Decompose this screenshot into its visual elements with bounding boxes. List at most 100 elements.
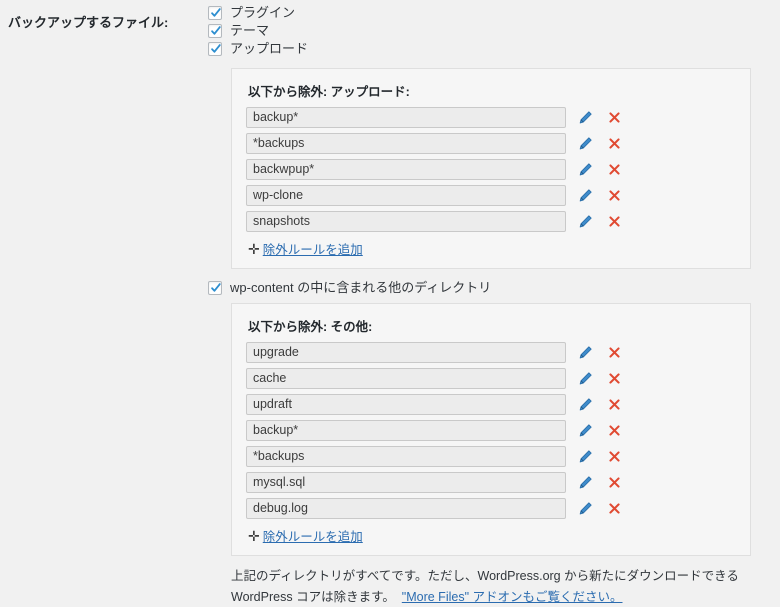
pencil-icon <box>579 398 592 411</box>
x-icon <box>608 477 620 488</box>
x-icon <box>608 112 620 123</box>
delete-rule-button[interactable] <box>606 371 622 387</box>
pencil-icon <box>579 163 592 176</box>
plus-icon: ✛ <box>248 527 260 544</box>
x-icon <box>608 373 620 384</box>
more-files-addon-link[interactable]: "More Files" アドオンもご覧ください。 <box>402 590 623 604</box>
x-icon <box>608 164 620 175</box>
delete-rule-button[interactable] <box>606 136 622 152</box>
uploads-rule-input-1[interactable] <box>246 107 566 128</box>
others-rule-input-7[interactable] <box>246 498 566 519</box>
table-row <box>246 420 736 441</box>
checkbox-label-uploads: アップロード <box>230 41 309 56</box>
file-entities-checkbox-list: プラグイン テーマ アップロード <box>208 4 772 58</box>
edit-rule-button[interactable] <box>577 214 593 230</box>
table-row <box>246 446 736 467</box>
edit-rule-button[interactable] <box>577 449 593 465</box>
add-rule-link-label[interactable]: 除外ルールを追加 <box>263 526 363 545</box>
backup-files-field: プラグイン テーマ アップロード 以下から除外: アップロード: backup*… <box>208 0 772 607</box>
check-icon <box>211 8 221 17</box>
check-icon <box>211 44 221 53</box>
x-icon <box>608 399 620 410</box>
uploads-rule-input-5[interactable] <box>246 211 566 232</box>
x-icon <box>608 347 620 358</box>
others-rule-input-2[interactable] <box>246 368 566 389</box>
add-uploads-exclusion-rule[interactable]: ✛ 除外ルールを追加 <box>248 239 736 258</box>
pencil-icon <box>579 137 592 150</box>
others-rule-input-1[interactable] <box>246 342 566 363</box>
delete-rule-button[interactable] <box>606 397 622 413</box>
x-icon <box>608 425 620 436</box>
edit-rule-button[interactable] <box>577 162 593 178</box>
add-rule-link-label[interactable]: 除外ルールを追加 <box>263 239 363 258</box>
checkbox-themes[interactable] <box>208 24 222 38</box>
x-icon <box>608 138 620 149</box>
edit-rule-button[interactable] <box>577 397 593 413</box>
delete-rule-button[interactable] <box>606 475 622 491</box>
pencil-icon <box>579 189 592 202</box>
uploads-exclusion-title: 以下から除外: アップロード: <box>248 85 410 99</box>
uploads-rule-input-2[interactable] <box>246 133 566 154</box>
plus-icon: ✛ <box>248 240 260 257</box>
table-row <box>246 133 736 154</box>
x-icon <box>608 503 620 514</box>
uploads-rule-input-4[interactable] <box>246 185 566 206</box>
pencil-icon <box>579 424 592 437</box>
edit-rule-button[interactable] <box>577 423 593 439</box>
edit-rule-button[interactable] <box>577 371 593 387</box>
edit-rule-button[interactable] <box>577 110 593 126</box>
delete-rule-button[interactable] <box>606 423 622 439</box>
pencil-icon <box>579 346 592 359</box>
others-rule-input-6[interactable] <box>246 472 566 493</box>
checkbox-plugins[interactable] <box>208 6 222 20</box>
table-row <box>246 472 736 493</box>
x-icon <box>608 451 620 462</box>
checkbox-label-plugins: プラグイン <box>230 5 296 20</box>
checkbox-row-plugins[interactable]: プラグイン <box>208 4 772 22</box>
checkbox-label-themes: テーマ <box>230 23 270 38</box>
backup-files-label: バックアップするファイル: <box>8 15 169 30</box>
more-files-note: 上記のディレクトリがすべてです。ただし、WordPress.org から新たにダ… <box>231 566 751 607</box>
delete-rule-button[interactable] <box>606 501 622 517</box>
table-row <box>246 342 736 363</box>
edit-rule-button[interactable] <box>577 345 593 361</box>
checkbox-row-themes[interactable]: テーマ <box>208 22 772 40</box>
backup-files-form-row: バックアップするファイル: プラグイン テーマ アップロード 以下から除外: ア… <box>0 0 780 604</box>
table-row <box>246 394 736 415</box>
table-row <box>246 107 736 128</box>
check-icon <box>211 283 221 292</box>
uploads-exclusion-panel: 以下から除外: アップロード: backup* *backups backwpu… <box>231 68 751 269</box>
check-icon <box>211 26 221 35</box>
delete-rule-button[interactable] <box>606 188 622 204</box>
add-others-exclusion-rule[interactable]: ✛ 除外ルールを追加 <box>248 526 736 545</box>
delete-rule-button[interactable] <box>606 214 622 230</box>
edit-rule-button[interactable] <box>577 136 593 152</box>
checkbox-row-uploads[interactable]: アップロード <box>208 40 772 58</box>
others-rule-input-3[interactable] <box>246 394 566 415</box>
x-icon <box>608 190 620 201</box>
uploads-rule-input-3[interactable] <box>246 159 566 180</box>
delete-rule-button[interactable] <box>606 162 622 178</box>
table-row <box>246 498 736 519</box>
pencil-icon <box>579 215 592 228</box>
delete-rule-button[interactable] <box>606 449 622 465</box>
pencil-icon <box>579 111 592 124</box>
delete-rule-button[interactable] <box>606 345 622 361</box>
table-row <box>246 185 736 206</box>
x-icon <box>608 216 620 227</box>
others-rule-input-4[interactable] <box>246 420 566 441</box>
others-exclusion-panel: 以下から除外: その他: upgrade cache updraft backu… <box>231 303 751 556</box>
edit-rule-button[interactable] <box>577 188 593 204</box>
checkbox-uploads[interactable] <box>208 42 222 56</box>
delete-rule-button[interactable] <box>606 110 622 126</box>
others-rule-input-5[interactable] <box>246 446 566 467</box>
checkbox-wpcontent-others[interactable] <box>208 281 222 295</box>
pencil-icon <box>579 476 592 489</box>
table-row <box>246 159 736 180</box>
pencil-icon <box>579 372 592 385</box>
pencil-icon <box>579 502 592 515</box>
edit-rule-button[interactable] <box>577 475 593 491</box>
pencil-icon <box>579 450 592 463</box>
edit-rule-button[interactable] <box>577 501 593 517</box>
checkbox-row-wpcontent-others[interactable]: wp-content の中に含まれる他のディレクトリ <box>208 279 772 297</box>
